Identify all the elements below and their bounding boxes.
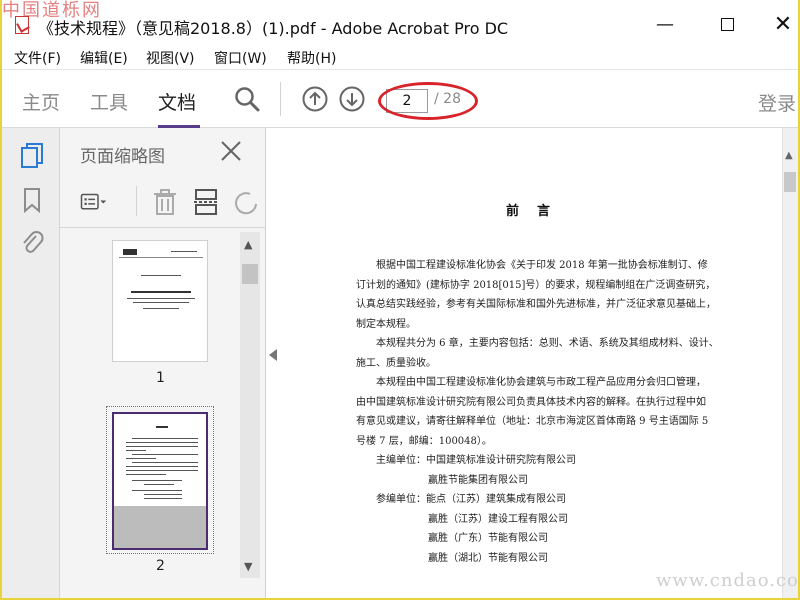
rotate-page-icon[interactable] (232, 188, 262, 216)
menu-help[interactable]: 帮助(H) (287, 48, 336, 68)
close-window-button[interactable]: ✕ (768, 12, 798, 38)
thumbnail-scroll-thumb[interactable] (242, 264, 258, 284)
document-line: 有意见或建议，请寄往解释单位（地址：北京市海淀区首体南路 9 号主语国际 5 (356, 416, 709, 427)
maximize-icon (720, 18, 734, 31)
maximize-button[interactable] (712, 12, 742, 38)
page-thumbnail-2[interactable] (112, 412, 208, 550)
viewport-indicator (114, 506, 206, 548)
document-line: 由中国建筑标准设计研究院有限公司负责具体技术内容的解释。在执行过程中如 (356, 396, 706, 408)
page-thumbnails-icon[interactable] (19, 142, 45, 170)
previous-page-icon[interactable] (302, 86, 328, 112)
navigation-rail (2, 128, 60, 598)
document-line: 订计划的通知》(建标协字 2018[015]号）的要求，规程编制组在广泛调查研究… (356, 279, 716, 291)
tab-document[interactable]: 文档 (158, 88, 196, 115)
watermark-bottom: www.cndao.com (656, 570, 799, 591)
minimize-button[interactable]: — (650, 12, 680, 38)
document-line: 根据中国工程建设标准化协会《关于印发 2018 年第一批协会标准制订、修 (376, 260, 708, 271)
delete-page-icon[interactable] (150, 188, 180, 216)
tab-tools[interactable]: 工具 (90, 88, 128, 115)
search-icon[interactable] (234, 86, 260, 112)
document-line: 施工、质量验收。 (356, 357, 436, 369)
panel-toolbar (60, 176, 266, 228)
document-line: 赢胜（江苏）建设工程有限公司 (428, 513, 568, 525)
panel-tool-divider (136, 186, 137, 216)
attachments-icon[interactable] (19, 230, 45, 258)
menu-bar: 文件(F) 编辑(E) 视图(V) 窗口(W) 帮助(H) (2, 44, 798, 70)
close-panel-icon[interactable] (218, 138, 244, 164)
menu-file[interactable]: 文件(F) (14, 48, 61, 68)
thumbnail-1-number: 1 (156, 370, 165, 386)
page-thumbnail-1[interactable] (112, 240, 208, 362)
next-page-icon[interactable] (339, 86, 365, 112)
red-highlight-annotation (378, 82, 478, 120)
title-bar: 中国道栎网 《技术规程》（意见稿2018.8）(1).pdf - Adobe A… (2, 0, 798, 44)
scroll-down-icon[interactable]: ▼ (244, 560, 252, 573)
menu-view[interactable]: 视图(V) (146, 48, 195, 68)
document-scrollbar[interactable] (782, 128, 798, 598)
menu-window[interactable]: 窗口(W) (214, 48, 267, 68)
document-line: 制定本规程。 (356, 318, 416, 330)
thumbnail-options-icon[interactable] (80, 188, 110, 216)
window-title: 《技术规程》（意见稿2018.8）(1).pdf - Adobe Acrobat… (38, 19, 509, 38)
bookmarks-icon[interactable] (19, 186, 45, 214)
collapse-panel-icon[interactable] (267, 348, 279, 362)
document-line: 赢胜节能集团有限公司 (428, 474, 528, 486)
document-line: 本规程由中国工程建设标准化协会建筑与市政工程产品应用分会归口管理， (376, 377, 706, 388)
scroll-up-icon[interactable]: ▲ (244, 238, 252, 251)
menu-edit[interactable]: 编辑(E) (80, 48, 128, 68)
extract-page-icon[interactable] (192, 188, 222, 216)
document-line: 赢胜（广东）节能有限公司 (428, 533, 548, 544)
document-line: 认真总结实践经验，参考有关国际标准和国外先进标准，并广泛征求意见基础上， (356, 299, 716, 310)
thumbnail-list: 1 2 (60, 232, 240, 598)
main-toolbar: 主页 工具 文档 2 / 28 登录 (2, 70, 798, 128)
document-line: 参编单位：能点（江苏）建筑集成有限公司 (376, 494, 566, 505)
thumbnail-2-number: 2 (156, 558, 165, 574)
document-scroll-thumb[interactable] (784, 172, 796, 192)
pdf-file-icon (15, 16, 29, 34)
thumbnails-panel: 页面缩略图 1 2 ▲ ▼ (60, 128, 266, 598)
document-line: 赢胜（湖北）节能有限公司 (428, 552, 548, 564)
doc-scroll-up-icon[interactable]: ▲ (785, 150, 793, 161)
login-button[interactable]: 登录 (758, 89, 796, 116)
document-line: 主编单位：中国建筑标准设计研究院有限公司 (376, 455, 576, 466)
document-heading: 前言 (506, 204, 569, 219)
toolbar-divider (280, 82, 281, 116)
panel-title: 页面缩略图 (80, 147, 165, 167)
document-line: 号楼 7 层，邮编：100048）。 (356, 435, 492, 447)
tab-home[interactable]: 主页 (22, 88, 60, 115)
document-line: 本规程共分为 6 章，主要内容包括：总则、术语、系统及其组成材料、设计、 (376, 338, 719, 349)
acrobat-window: 中国道栎网 《技术规程》（意见稿2018.8）(1).pdf - Adobe A… (0, 0, 800, 600)
document-page: 前言 根据中国工程建设标准化协会《关于印发 2018 年第一批协会标准制订、修订… (280, 128, 782, 598)
